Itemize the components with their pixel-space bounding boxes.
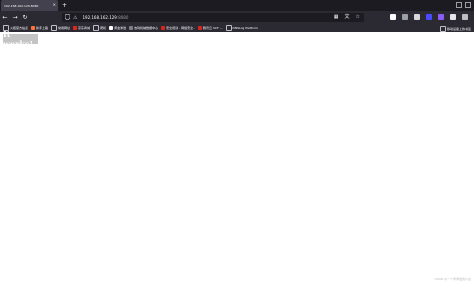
bookmark-label: 吉利机械数据中心	[134, 26, 159, 30]
page-content: It works! CSDN @一个学渗透的小白	[0, 29, 474, 283]
toolbar-extensions	[390, 14, 468, 20]
url-host: 192.168.162.129	[82, 15, 117, 20]
site-icon	[129, 26, 134, 30]
extension-icon[interactable]	[426, 14, 432, 20]
bookmark-item[interactable]: 吉利机械数据中心	[129, 26, 158, 30]
url-bar[interactable]: ⚠ 192.168.162.129:8080 ▦ 文 ☆	[62, 13, 364, 22]
bookmark-label: 京东商城	[78, 26, 91, 30]
watermark: CSDN @一个学渗透的小白	[434, 277, 471, 281]
bookmark-label: 黄金渗透	[114, 26, 127, 30]
extension-icon[interactable]	[438, 14, 444, 20]
tab-strip: 192.168.162.129:8080 × +	[0, 0, 474, 11]
insecure-lock-icon[interactable]: ⚠	[73, 15, 77, 21]
bookmark-item[interactable]: 黄金渗透	[109, 26, 126, 30]
bookmark-item[interactable]: 靶机	[93, 25, 106, 31]
tab-active[interactable]: 192.168.162.129:8080 ×	[1, 0, 58, 11]
tab-title: 192.168.162.129:8080	[4, 3, 39, 8]
globe-icon	[225, 25, 232, 31]
minimize-icon[interactable]	[456, 2, 462, 8]
menu-icon[interactable]	[462, 14, 468, 20]
nav-toolbar: ← → ↻ ⚠ 192.168.162.129:8080 ▦ 文 ☆	[0, 11, 474, 24]
heading-highlight: It works!	[3, 29, 38, 49]
folder-icon	[51, 25, 58, 31]
maximize-icon[interactable]	[465, 2, 471, 8]
bookmark-item[interactable]: 腾讯云 SCF ...	[198, 26, 223, 30]
extension-icon[interactable]	[450, 14, 456, 20]
bookmark-label: 常用网址	[58, 26, 71, 30]
extension-icon[interactable]	[390, 14, 396, 20]
url-actions: ▦ 文 ☆	[334, 14, 360, 21]
reload-icon[interactable]: ↻	[20, 11, 30, 24]
bookmark-star-icon[interactable]: ☆	[356, 14, 360, 21]
bookmark-item[interactable]: 京东商城	[73, 26, 90, 30]
url-text[interactable]: 192.168.162.129:8080	[82, 15, 128, 20]
site-icon	[161, 26, 166, 30]
window-controls	[456, 2, 471, 8]
extension-icon[interactable]	[402, 14, 408, 20]
bookmark-label: 腾讯云 SCF ...	[203, 26, 223, 30]
back-icon[interactable]: ←	[0, 11, 10, 24]
close-icon[interactable]: ×	[53, 3, 56, 7]
bookmark-label: 安全培训 - 网络安全..	[166, 26, 196, 30]
site-icon	[109, 26, 114, 30]
folder-icon	[93, 25, 100, 31]
forward-icon[interactable]: →	[10, 11, 20, 24]
extension-icon[interactable]	[414, 14, 420, 20]
bookmarks-bar: 火狐官方站点 新手上路 常用网址 京东商城 靶机 黄金渗透 吉利机械数据中心 安…	[0, 24, 474, 32]
bookmark-label: 靶机	[100, 26, 107, 30]
jd-icon	[73, 26, 78, 30]
bookmark-item[interactable]: 安全培训 - 网络安全..	[161, 26, 195, 30]
new-tab-button[interactable]: +	[62, 0, 67, 11]
translate-icon[interactable]: 文	[345, 14, 350, 21]
other-bookmarks-label: 移动设备上的书签	[446, 27, 471, 31]
page-heading: It works!	[3, 29, 33, 49]
bookmark-item[interactable]: DNSLog Platform	[225, 25, 258, 31]
site-icon	[198, 26, 203, 30]
url-port: :8080	[116, 15, 129, 20]
shield-icon[interactable]	[64, 13, 71, 22]
bookmark-label: DNSLog Platform	[232, 26, 258, 30]
qr-code-icon[interactable]: ▦	[334, 14, 339, 21]
bookmark-item[interactable]: 常用网址	[51, 25, 70, 31]
